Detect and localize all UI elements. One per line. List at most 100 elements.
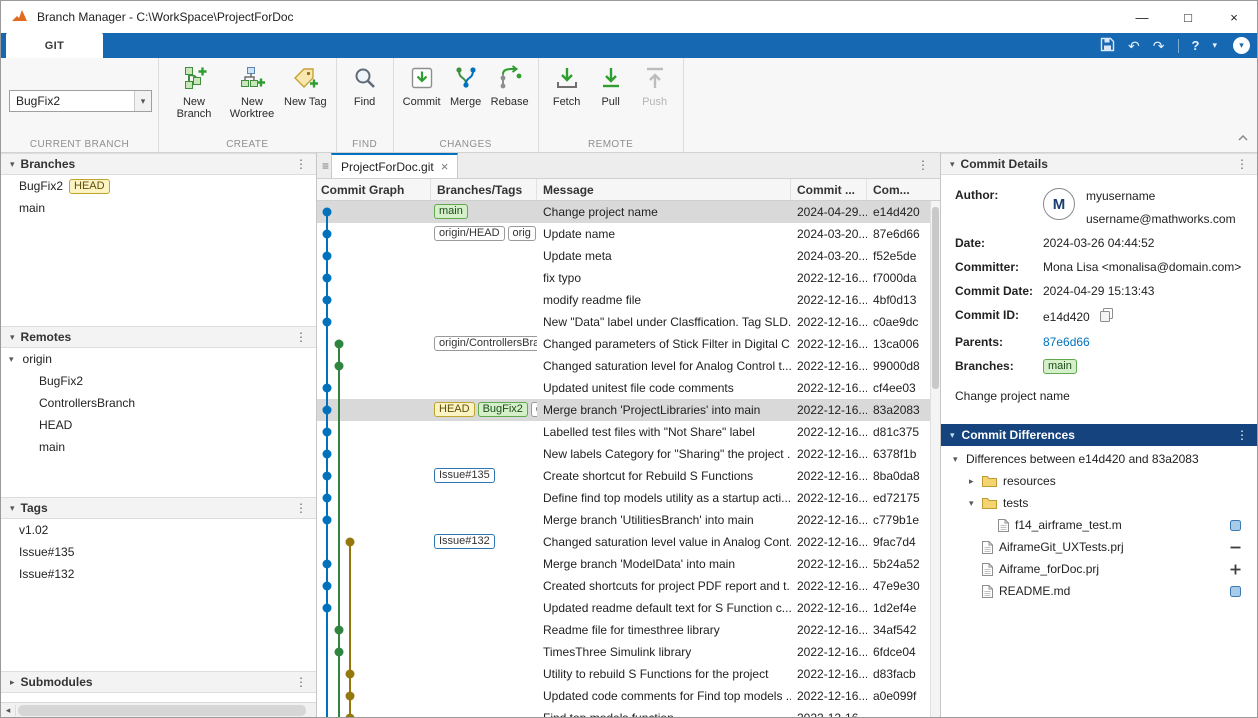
commit-row[interactable]: Utility to rebuild S Functions for the p… (317, 663, 930, 685)
commit-row[interactable]: Merge branch 'UtilitiesBranch' into main… (317, 509, 930, 531)
tag-item[interactable]: Issue#135 (1, 541, 316, 563)
expander-icon[interactable]: ▾ (10, 503, 15, 514)
sidebar-horizontal-scrollbar[interactable]: ◂ (1, 702, 316, 717)
expander-icon[interactable]: ▾ (10, 332, 15, 343)
commit-row[interactable]: Updated code comments for Find top model… (317, 685, 930, 707)
remote-item[interactable]: ▾origin (1, 348, 316, 370)
submodules-menu-icon[interactable]: ⋮ (295, 675, 307, 689)
branch-item[interactable]: BugFix2HEAD (1, 175, 316, 197)
remotes-menu-icon[interactable]: ⋮ (295, 330, 307, 344)
diff-tree-item[interactable]: ▸resources (941, 470, 1257, 492)
fetch-button[interactable]: Fetch (545, 60, 589, 108)
column-header-commit-date[interactable]: Commit ... (791, 179, 867, 200)
new-branch-button[interactable]: New Branch (165, 60, 223, 120)
tab-close-icon[interactable]: × (441, 160, 449, 173)
expander-icon[interactable]: ▾ (10, 159, 15, 170)
document-tab[interactable]: ProjectForDoc.git × (331, 153, 458, 178)
column-header-commit-graph[interactable]: Commit Graph (317, 179, 431, 200)
column-header-branches-tags[interactable]: Branches/Tags (431, 179, 537, 200)
tags-menu-icon[interactable]: ⋮ (295, 501, 307, 515)
pull-button[interactable]: Pull (589, 60, 633, 108)
redo-icon[interactable]: ↷ (1153, 39, 1165, 53)
expander-icon[interactable]: ▸ (10, 677, 15, 688)
toolstrip-options-icon[interactable]: ▾ (1233, 37, 1250, 54)
diff-tree-item[interactable]: ▾tests (941, 492, 1257, 514)
new-worktree-button[interactable]: New Worktree (223, 60, 281, 120)
remote-item[interactable]: main (1, 436, 316, 458)
remote-item[interactable]: HEAD (1, 414, 316, 436)
commit-row[interactable]: Issue#135Create shortcut for Rebuild S F… (317, 465, 930, 487)
scrollbar-thumb[interactable] (932, 207, 939, 389)
diff-tree-item[interactable]: README.md (941, 580, 1257, 602)
collapse-toolstrip-icon[interactable] (1238, 128, 1248, 146)
help-icon[interactable]: ? (1192, 38, 1200, 53)
remote-item[interactable]: BugFix2 (1, 370, 316, 392)
parent-commit-link[interactable]: 87e6d66 (1043, 335, 1249, 349)
diff-tree-item[interactable]: Aiframe_forDoc.prj (941, 558, 1257, 580)
current-branch-combobox[interactable]: BugFix2 ▾ (9, 90, 152, 112)
chevron-down-icon[interactable]: ▾ (1212, 40, 1217, 51)
commit-row[interactable]: New labels Category for "Sharing" the pr… (317, 443, 930, 465)
close-button[interactable]: × (1211, 1, 1257, 33)
tab-git[interactable]: GIT (6, 33, 103, 58)
commit-row[interactable]: Define find top models utility as a star… (317, 487, 930, 509)
ref-chip[interactable]: BugFix2 (478, 402, 528, 417)
merge-button[interactable]: Merge (444, 60, 488, 108)
table-vertical-scrollbar[interactable] (930, 201, 940, 717)
column-header-commit-id[interactable]: Com... (867, 179, 940, 200)
commit-row[interactable]: Labelled test files with "Not Share" lab… (317, 421, 930, 443)
minimize-button[interactable]: — (1119, 1, 1165, 33)
ref-chip[interactable]: Issue#135 (434, 468, 495, 483)
commit-differences-menu-icon[interactable]: ⋮ (1236, 428, 1248, 442)
commit-button[interactable]: Commit (400, 60, 444, 108)
expander-icon[interactable]: ▾ (950, 159, 955, 170)
column-header-message[interactable]: Message (537, 179, 791, 200)
submodules-panel-header[interactable]: ▸ Submodules ⋮ (1, 671, 316, 693)
branches-panel-header[interactable]: ▾ Branches ⋮ (1, 153, 316, 175)
commit-row[interactable]: Updated readme default text for S Functi… (317, 597, 930, 619)
new-tag-button[interactable]: New Tag (281, 60, 330, 120)
maximize-button[interactable]: □ (1165, 1, 1211, 33)
tags-panel-header[interactable]: ▾ Tags ⋮ (1, 497, 316, 519)
ref-chip[interactable]: origin/HEAD (434, 226, 505, 241)
commit-row[interactable]: TimesThree Simulink library2022-12-16...… (317, 641, 930, 663)
ref-chip[interactable]: origin/ControllersBranch (434, 336, 537, 351)
scrollbar-thumb[interactable] (18, 705, 306, 716)
diff-tree-item[interactable]: ▾Differences between e14d420 and 83a2083 (941, 448, 1257, 470)
ref-chip[interactable]: orig (508, 226, 536, 241)
remotes-panel-header[interactable]: ▾ Remotes ⋮ (1, 326, 316, 348)
commit-differences-header[interactable]: ▾ Commit Differences ⋮ (941, 424, 1257, 446)
commit-row[interactable]: HEADBugFix2oMerge branch 'ProjectLibrari… (317, 399, 930, 421)
commit-row[interactable]: Update meta2024-03-20...f52e5de (317, 245, 930, 267)
ref-chip[interactable]: HEAD (434, 402, 475, 417)
commit-row[interactable]: origin/ControllersBranchChanged paramete… (317, 333, 930, 355)
chevron-down-icon[interactable]: ▾ (134, 91, 151, 111)
commit-details-menu-icon[interactable]: ⋮ (1236, 157, 1248, 171)
remote-item[interactable]: ControllersBranch (1, 392, 316, 414)
commit-row[interactable]: Find top models function2022-12-16... (317, 707, 930, 717)
ref-chip[interactable]: Issue#132 (434, 534, 495, 549)
commit-row[interactable]: Changed saturation level for Analog Cont… (317, 355, 930, 377)
tag-item[interactable]: Issue#132 (1, 563, 316, 585)
find-button[interactable]: Find (343, 60, 387, 108)
head-badge[interactable]: HEAD (69, 179, 110, 194)
branch-chip[interactable]: main (1043, 359, 1077, 374)
expander-icon[interactable]: ▾ (969, 498, 982, 509)
panel-menu-icon[interactable]: ≡ (322, 159, 329, 173)
diff-tree-item[interactable]: f14_airframe_test.m (941, 514, 1257, 536)
expander-icon[interactable]: ▾ (950, 430, 955, 441)
scroll-left-icon[interactable]: ◂ (1, 705, 16, 716)
table-menu-icon[interactable]: ⋮ (917, 158, 929, 172)
commit-row[interactable]: Merge branch 'ModelData' into main2022-1… (317, 553, 930, 575)
expander-icon[interactable]: ▾ (9, 354, 14, 365)
rebase-button[interactable]: Rebase (488, 60, 532, 108)
diff-tree-item[interactable]: AiframeGit_UXTests.prj (941, 536, 1257, 558)
commit-row[interactable]: Readme file for timesthree library2022-1… (317, 619, 930, 641)
commit-row[interactable]: Issue#132Changed saturation level value … (317, 531, 930, 553)
commit-row[interactable]: Created shortcuts for project PDF report… (317, 575, 930, 597)
branch-item[interactable]: main (1, 197, 316, 219)
undo-icon[interactable]: ↶ (1128, 39, 1140, 53)
commit-row[interactable]: modify readme file2022-12-16...4bf0d13 (317, 289, 930, 311)
commit-row[interactable]: fix typo2022-12-16...f7000da (317, 267, 930, 289)
commit-row[interactable]: Updated unitest file code comments2022-1… (317, 377, 930, 399)
